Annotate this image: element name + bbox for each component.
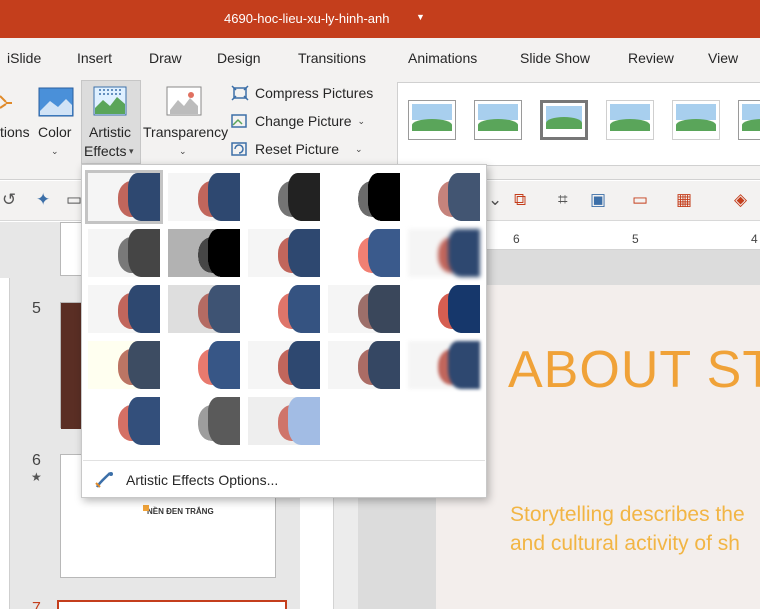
- artistic-effect-5[interactable]: [408, 173, 480, 221]
- picture-style-2[interactable]: [474, 100, 522, 140]
- artistic-effect-6[interactable]: [88, 229, 160, 277]
- artistic-effect-11[interactable]: [88, 285, 160, 333]
- artistic-effect-2[interactable]: [168, 173, 240, 221]
- tab-slide-show[interactable]: Slide Show: [520, 50, 590, 66]
- change-chevron-icon[interactable]: ⌄: [358, 116, 366, 127]
- picture-style-5[interactable]: [672, 100, 720, 140]
- artistic-effect-23[interactable]: [248, 397, 320, 445]
- compress-label: Compress Pictures: [255, 85, 374, 101]
- slide-number-7: 7: [32, 600, 41, 609]
- tab-review[interactable]: Review: [628, 50, 674, 66]
- slide-body-text[interactable]: Storytelling describes the and cultural …: [510, 500, 745, 558]
- picture-style-1[interactable]: [408, 100, 456, 140]
- position-icon[interactable]: ▭: [632, 190, 648, 210]
- color-button[interactable]: Color: [38, 124, 71, 140]
- picture-icon[interactable]: ▭: [66, 190, 82, 210]
- artistic-effect-19[interactable]: [328, 341, 400, 389]
- slide-number-5: 5: [32, 300, 41, 317]
- ruler-mark: 5: [632, 232, 639, 246]
- artistic-effect-17[interactable]: [168, 341, 240, 389]
- tab-islide[interactable]: iSlide: [7, 50, 41, 66]
- layers-icon[interactable]: ◈: [734, 190, 747, 210]
- picture-styles-gallery: [397, 82, 760, 166]
- artistic-effect-9[interactable]: [328, 229, 400, 277]
- artistic-effect-16[interactable]: [88, 341, 160, 389]
- color-icon[interactable]: [38, 87, 74, 117]
- artistic-effects-options-label: Artistic Effects Options...: [126, 472, 279, 488]
- tab-view[interactable]: View: [708, 50, 738, 66]
- artistic-effect-18[interactable]: [248, 341, 320, 389]
- artistic-effect-22[interactable]: [168, 397, 240, 445]
- shapes-icon[interactable]: ⧉: [514, 190, 526, 210]
- artistic-effect-4[interactable]: [328, 173, 400, 221]
- thumbnail-scrollbar[interactable]: [0, 278, 10, 609]
- transparency-icon[interactable]: [166, 86, 202, 116]
- transparency-button[interactable]: Transparency: [143, 124, 228, 140]
- picture-style-4[interactable]: [606, 100, 654, 140]
- artistic-effects-gallery: Artistic Effects Options...: [81, 164, 487, 498]
- chevron-down-icon[interactable]: ▼: [416, 12, 425, 22]
- transparency-chevron-icon[interactable]: ⌄: [179, 146, 187, 157]
- brush-icon: [95, 472, 113, 488]
- slide-thumbnail-7[interactable]: [57, 600, 287, 609]
- compress-icon: [231, 85, 249, 101]
- horizontal-ruler: 6 5 4: [480, 228, 760, 250]
- artistic-effect-20[interactable]: [408, 341, 480, 389]
- slide-title[interactable]: ABOUT ST: [508, 340, 760, 400]
- undo-icon[interactable]: ↺: [2, 190, 16, 210]
- artistic-effect-15[interactable]: [408, 285, 480, 333]
- artistic-effect-1[interactable]: [85, 170, 163, 224]
- divider: [83, 460, 485, 461]
- tab-insert[interactable]: Insert: [77, 50, 112, 66]
- thumb-image: [61, 303, 81, 429]
- body-line-2: and cultural activity of sh: [510, 532, 740, 555]
- tab-animations[interactable]: Animations: [408, 50, 477, 66]
- artistic-effect-7[interactable]: [168, 229, 240, 277]
- artistic-effect-12[interactable]: [168, 285, 240, 333]
- reset-picture-button[interactable]: Reset Picture ⌄: [231, 141, 363, 157]
- title-bar: 4690-hoc-lieu-xu-ly-hinh-anh ▼: [0, 0, 760, 38]
- artistic-effects-label-2: Effects: [84, 143, 127, 159]
- tab-design[interactable]: Design: [217, 50, 261, 66]
- reset-picture-icon: [231, 142, 247, 156]
- ribbon-tabs: iSlide Insert Draw Design Transitions An…: [0, 38, 760, 78]
- corrections-label[interactable]: tions: [0, 124, 30, 140]
- thumb-bullet: [143, 505, 149, 511]
- ruler-mark: 6: [513, 232, 520, 246]
- change-picture-icon: [231, 114, 247, 128]
- artistic-effects-options-item[interactable]: Artistic Effects Options...: [94, 467, 278, 493]
- artistic-effect-10[interactable]: [408, 229, 480, 277]
- reset-picture-label: Reset Picture: [255, 141, 340, 157]
- change-picture-button[interactable]: Change Picture ⌄: [231, 113, 365, 129]
- ruler-mark: 4: [751, 232, 758, 246]
- chevron-down-icon[interactable]: ⌄: [488, 190, 502, 210]
- format-painter-icon[interactable]: ✦: [36, 190, 50, 210]
- corrections-icon[interactable]: [0, 92, 12, 114]
- artistic-chevron-icon: ▾: [129, 146, 134, 156]
- tab-draw[interactable]: Draw: [149, 50, 182, 66]
- picture-style-6[interactable]: [738, 100, 760, 140]
- artistic-effect-14[interactable]: [328, 285, 400, 333]
- body-line-1: Storytelling describes the: [510, 503, 745, 526]
- reset-chevron-icon[interactable]: ⌄: [355, 144, 363, 155]
- tab-transitions[interactable]: Transitions: [298, 50, 366, 66]
- artistic-effects-label-1: Artistic: [89, 124, 131, 140]
- thumb-text: NỀN ĐEN TRẮNG: [147, 507, 214, 516]
- transition-star-icon: ★: [31, 470, 42, 484]
- crop-icon[interactable]: ⌗: [558, 190, 568, 210]
- artistic-effect-8[interactable]: [248, 229, 320, 277]
- image-icon[interactable]: ▣: [590, 190, 606, 210]
- picture-style-3[interactable]: [540, 100, 588, 140]
- compress-pictures-button[interactable]: Compress Pictures: [231, 85, 373, 101]
- artistic-effect-3[interactable]: [248, 173, 320, 221]
- artistic-effects-icon: [93, 86, 127, 116]
- slide-number-6: 6: [32, 452, 41, 469]
- document-title[interactable]: 4690-hoc-lieu-xu-ly-hinh-anh: [224, 11, 389, 26]
- color-chevron-icon[interactable]: ⌄: [51, 146, 59, 157]
- artistic-effect-21[interactable]: [88, 397, 160, 445]
- grid-icon[interactable]: ▦: [676, 190, 692, 210]
- artistic-effect-13[interactable]: [248, 285, 320, 333]
- change-picture-label: Change Picture: [255, 113, 352, 129]
